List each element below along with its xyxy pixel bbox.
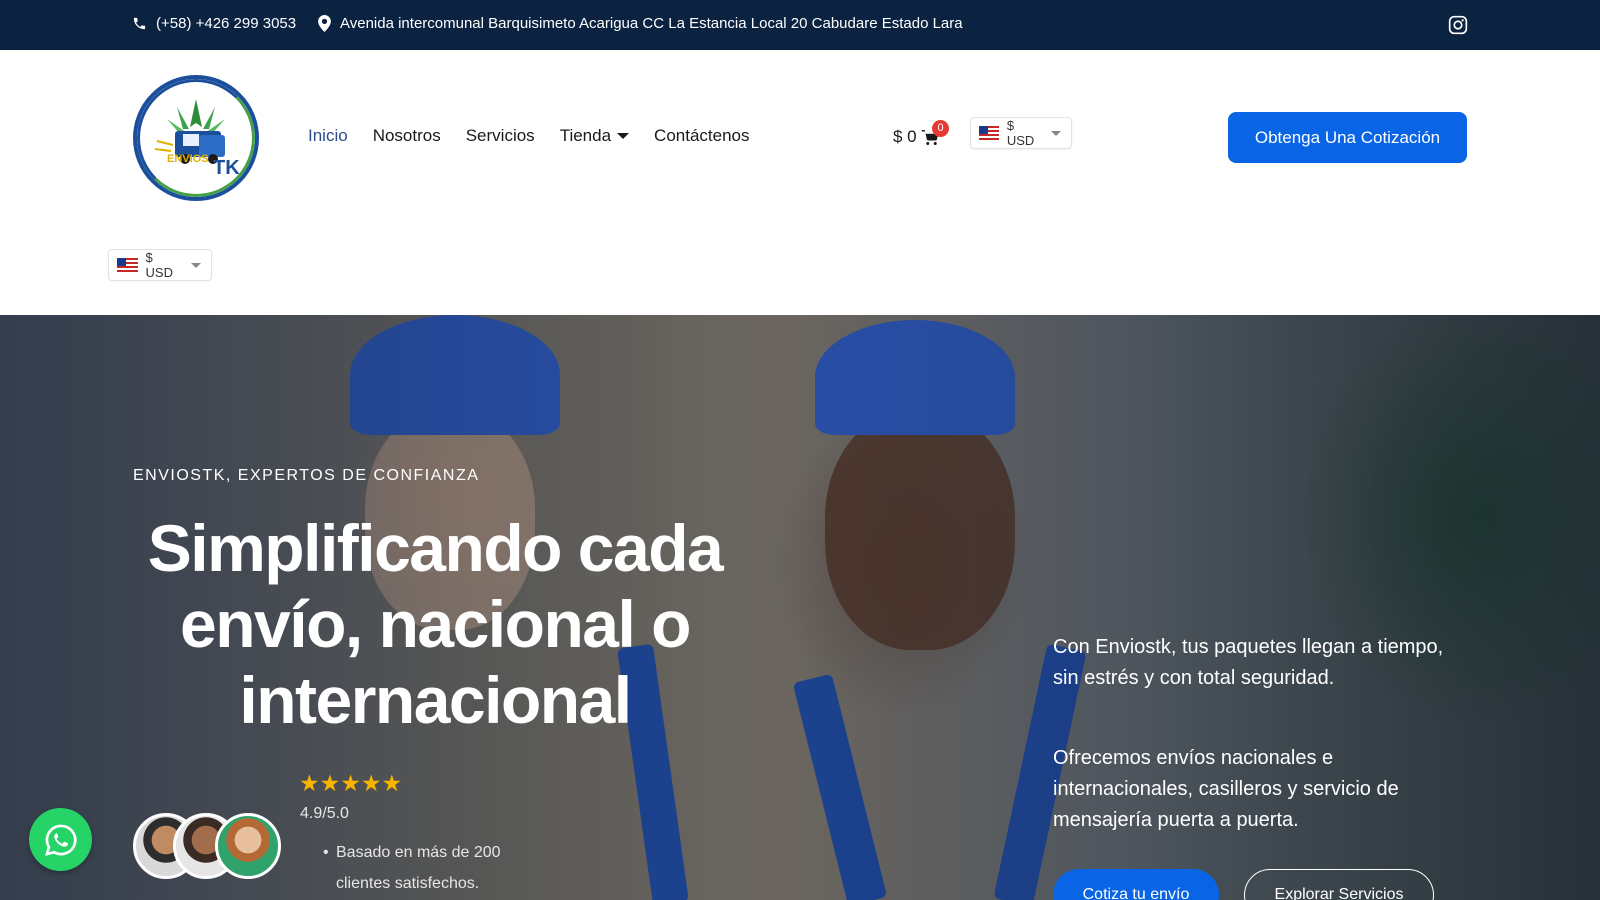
currency-switcher-secondary[interactable]: $ USD (108, 249, 212, 281)
whatsapp-icon (44, 824, 77, 856)
cart-button[interactable]: $ 0 0 (893, 120, 949, 147)
site-logo[interactable]: ENVIOS TK (133, 75, 259, 201)
quote-shipment-button[interactable]: Cotiza tu envío (1053, 869, 1219, 900)
nav-item-contactenos[interactable]: Contáctenos (654, 126, 749, 146)
currency-switcher-header[interactable]: $ USD (970, 117, 1072, 149)
phone-number: (+58) +426 299 3053 (156, 15, 297, 32)
logo-text-tk: TK (213, 157, 240, 179)
explore-services-button[interactable]: Explorar Servicios (1244, 869, 1434, 900)
phone-icon (133, 17, 146, 30)
hero-paragraph-2: Ofrecemos envíos nacionales e internacio… (1053, 747, 1399, 831)
rating-score: 4.9/5.0 (300, 805, 349, 822)
site-header: ENVIOS TK Inicio Nosotros Servicios Tien… (0, 50, 1600, 315)
address-text: Avenida intercomunal Barquisimeto Acarig… (340, 15, 963, 32)
nav-item-tienda[interactable]: Tienda (559, 126, 630, 146)
us-flag-icon (117, 258, 138, 272)
nav-item-inicio[interactable]: Inicio (308, 126, 348, 146)
nav-item-nosotros[interactable]: Nosotros (373, 126, 441, 146)
contact-address: Avenida intercomunal Barquisimeto Acarig… (318, 15, 963, 32)
customer-avatars (133, 813, 283, 881)
logo-text-envios: ENVIOS (167, 153, 209, 165)
hero-eyebrow: ENVIOSTK, EXPERTOS DE CONFIANZA (133, 467, 480, 484)
chevron-down-icon (1051, 130, 1061, 136)
avatar (215, 813, 281, 879)
hero-paragraph-1: Con Enviostk, tus paquetes llegan a tiem… (1053, 636, 1444, 689)
cart-amount: $ 0 (893, 127, 917, 146)
instagram-icon[interactable] (1448, 15, 1468, 35)
main-nav: Inicio Nosotros Servicios Tienda Contáct… (308, 126, 775, 146)
nav-item-servicios[interactable]: Servicios (466, 126, 535, 146)
nav-item-tienda-label: Tienda (559, 126, 612, 145)
currency-label: $ USD (1006, 118, 1035, 148)
get-quote-button[interactable]: Obtenga Una Cotización (1228, 112, 1467, 163)
chevron-down-icon (191, 262, 201, 268)
hero-headline: Simplificando cada envío, nacional o int… (147, 511, 724, 737)
whatsapp-button[interactable] (29, 808, 92, 871)
top-bar: (+58) +426 299 3053 Avenida intercomunal… (0, 0, 1600, 50)
hero-section: ENVIOSTK, EXPERTOS DE CONFIANZA Simplifi… (0, 315, 1600, 900)
cart-count-badge: 0 (932, 120, 949, 137)
map-pin-icon (318, 15, 331, 32)
us-flag-icon (979, 126, 999, 140)
rating-stars: ★★★★★ (299, 770, 402, 797)
contact-phone[interactable]: (+58) +426 299 3053 (132, 15, 296, 32)
currency-label: $ USD (145, 250, 173, 280)
caret-down-icon (617, 133, 630, 139)
star-icons: ★★★★★ (299, 770, 403, 796)
rating-based-on: Basado en más de 200 clientes satisfecho… (323, 837, 536, 899)
